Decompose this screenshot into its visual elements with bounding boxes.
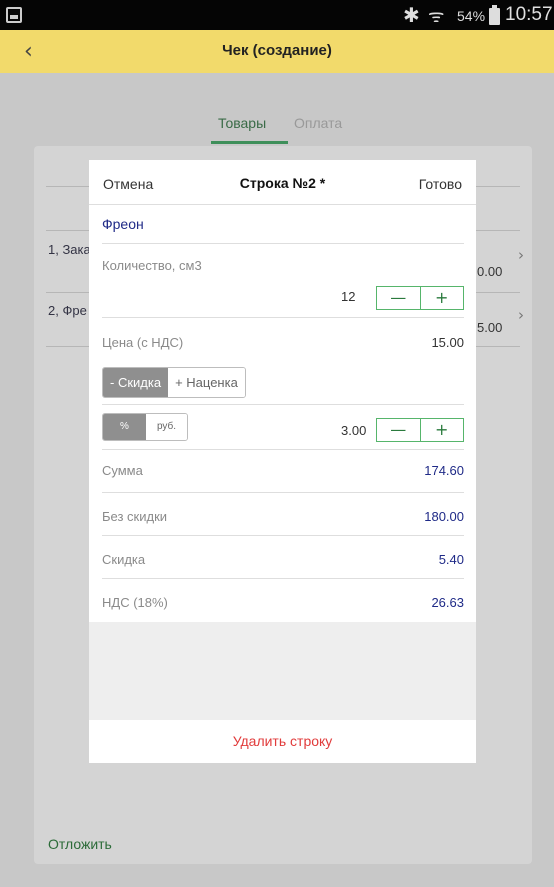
page-title: Чек (создание) bbox=[222, 42, 332, 59]
list-item-label[interactable]: 1, Зака bbox=[48, 242, 91, 257]
discount-increment-button[interactable]: + bbox=[421, 419, 464, 441]
quantity-stepper: — + bbox=[376, 286, 464, 310]
bluetooth-icon: ✱ bbox=[403, 3, 420, 27]
discount-unit-toggle: % руб. bbox=[102, 413, 188, 441]
price-value[interactable]: 15.00 bbox=[431, 335, 464, 350]
discount-stepper: — + bbox=[376, 418, 464, 442]
product-name[interactable]: Фреон bbox=[102, 216, 144, 232]
discount-decrement-button[interactable]: — bbox=[377, 419, 421, 441]
done-button[interactable]: Готово bbox=[419, 176, 462, 192]
status-bar: ✱ ᯤ 54% 10:57 bbox=[0, 0, 554, 30]
without-discount-label: Без скидки bbox=[102, 509, 168, 524]
wifi-icon: ᯤ bbox=[428, 6, 445, 27]
line-edit-dialog: Отмена Строка №2 * Готово Фреон Количест… bbox=[89, 160, 476, 763]
quantity-increment-button[interactable]: + bbox=[421, 287, 464, 309]
discount-amount-value: 5.40 bbox=[438, 552, 464, 567]
active-tab-indicator bbox=[211, 141, 288, 144]
rubles-option[interactable]: руб. bbox=[146, 414, 187, 440]
discount-value[interactable]: 3.00 bbox=[341, 423, 366, 438]
total-value: 174.60 bbox=[424, 463, 464, 478]
price-label: Цена (с НДС) bbox=[102, 335, 184, 350]
divider bbox=[102, 578, 464, 579]
divider bbox=[102, 535, 464, 536]
discount-mode-toggle: - Скидка + Наценка bbox=[102, 367, 246, 398]
postpone-button[interactable]: Отложить bbox=[48, 836, 112, 852]
without-discount-value: 180.00 bbox=[424, 509, 464, 524]
divider bbox=[89, 204, 476, 205]
dialog-content: Отмена Строка №2 * Готово Фреон Количест… bbox=[89, 160, 476, 622]
percent-option[interactable]: % bbox=[103, 414, 146, 440]
quantity-decrement-button[interactable]: — bbox=[377, 287, 421, 309]
divider bbox=[102, 243, 464, 244]
discount-option[interactable]: - Скидка bbox=[103, 368, 169, 397]
list-item-amount: 0.00 bbox=[477, 264, 503, 279]
delete-line-button[interactable]: Удалить строку bbox=[89, 720, 476, 763]
chevron-right-icon[interactable]: › bbox=[518, 246, 524, 264]
total-label: Сумма bbox=[102, 463, 143, 478]
app-header: ‹ Чек (создание) bbox=[0, 30, 554, 73]
divider bbox=[102, 492, 464, 493]
tab-bar: Товары Оплата bbox=[0, 115, 554, 145]
battery-percent: 54% bbox=[457, 8, 486, 24]
divider bbox=[102, 317, 464, 318]
divider bbox=[102, 404, 464, 405]
markup-option[interactable]: + Наценка bbox=[168, 368, 245, 397]
vat-value: 26.63 bbox=[431, 595, 464, 610]
battery-icon bbox=[489, 5, 500, 25]
clock: 10:57 bbox=[505, 4, 553, 25]
screenshot-notification-icon bbox=[6, 7, 22, 23]
vat-label: НДС (18%) bbox=[102, 595, 168, 610]
discount-amount-label: Скидка bbox=[102, 552, 146, 567]
divider bbox=[102, 449, 464, 450]
quantity-label: Количество, см3 bbox=[102, 258, 202, 273]
list-item-label[interactable]: 2, Фре bbox=[48, 303, 87, 318]
quantity-value[interactable]: 12 bbox=[341, 289, 355, 304]
chevron-right-icon[interactable]: › bbox=[518, 306, 524, 324]
tab-goods[interactable]: Товары bbox=[218, 115, 266, 131]
tab-payment[interactable]: Оплата bbox=[294, 115, 342, 131]
list-item-amount: 5.00 bbox=[477, 320, 503, 335]
